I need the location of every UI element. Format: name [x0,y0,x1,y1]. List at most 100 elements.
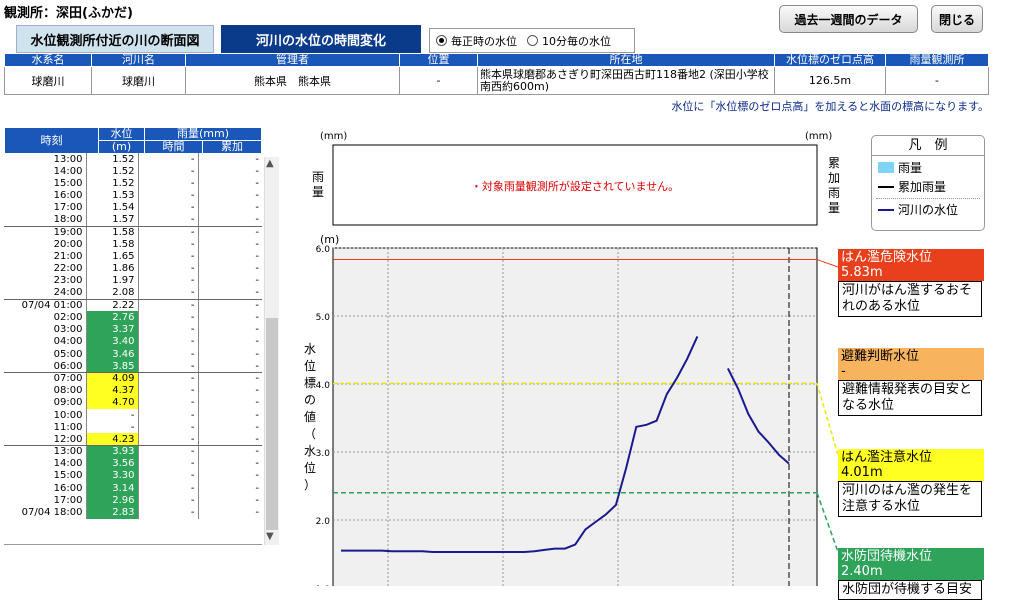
table-row: 13:00 3.93- - [4,445,262,458]
row-level: 1.52 [85,165,138,178]
row-rain-total: - [197,372,262,385]
row-time: 24:00 [4,287,86,300]
threshold-name: 避難判断水位 [841,349,920,364]
row-level: 2.22 [85,299,138,312]
plot-area [332,247,818,586]
y-tick: 6.0 [316,245,331,255]
table-row: 19:00 1.58- - [4,226,262,239]
row-level: 1.65 [85,250,138,263]
row-rain-hour: - [137,238,198,251]
threshold-description: 避難情報発表の目安となる水位 [838,380,982,416]
table-row: 08:00 4.37- - [4,384,262,397]
row-rain-total: - [197,238,262,251]
row-time: 15:00 [53,470,83,482]
col-time: 時刻 [4,127,99,154]
row-time: 14:00 [53,165,83,177]
rain-message: ・対象雨量観測所が設定されていません。 [471,179,679,193]
info-header: 水位標のゼロ点高 [774,53,886,67]
zero-point-note: 水位に「水位標のゼロ点高」を加えると水面の標高になります。 [671,100,989,113]
rain-left-char: 量 [312,185,324,199]
row-level: 1.52 [85,177,138,190]
col-rain-total: 累加 [202,140,262,154]
tab-timeseries[interactable]: 河川の水位の時間変化 [221,25,421,53]
rain-right-char: 加 [828,171,840,185]
table-row: 03:00 3.37- - [4,323,262,336]
row-time: 17:00 [53,494,83,506]
row-rain-hour: - [137,262,198,275]
threshold-name: はん濫注意水位 [841,450,933,465]
row-rain-total: - [197,384,262,397]
table-row: 20:00 1.58- - [4,238,262,251]
row-level: 2.76 [85,311,138,324]
row-rain-hour: - [137,433,198,447]
table-row: 17:00 1.54- - [4,201,262,214]
tab-cross-section[interactable]: 水位観測所付近の川の断面図 [16,25,214,53]
radio-ten-min[interactable] [527,35,538,46]
row-level: 1.97 [85,274,138,288]
row-rain-total: - [197,226,262,239]
rain-unit-left: (mm) [320,131,347,142]
rain-right-char: 雨 [828,186,840,200]
threshold-description: 河川のはん濫の発生を注意する水位 [838,481,982,517]
row-rain-hour: - [137,274,198,288]
row-rain-hour: - [137,287,198,300]
info-header: 位置 [399,53,478,67]
past-week-button[interactable]: 過去一週間のデータ [779,5,918,33]
row-time: 16:00 [53,482,83,494]
ylabel-char: 水 [304,444,316,458]
table-row: 16:00 1.53- - [4,189,262,202]
row-rain-hour: - [137,482,198,495]
row-time: 13:00 [53,446,83,458]
rain-right-char: 量 [828,201,840,215]
row-rain-hour: - [137,323,198,336]
row-level: 3.85 [85,360,138,373]
rain-unit-right: (mm) [805,131,832,142]
row-level: 1.58 [85,226,138,239]
table-row: 07:00 4.09- - [4,372,262,385]
obs-scroll-thumb[interactable] [266,318,278,530]
threshold-value: - [841,364,846,379]
close-button[interactable]: 閉じる [931,5,983,33]
info-cell: 熊本県 熊本県 [185,66,400,95]
scroll-up-icon[interactable]: ▲ [266,158,274,169]
row-rain-total: - [197,299,262,312]
row-rain-hour: - [137,165,198,178]
row-level: 3.40 [85,335,138,348]
row-rain-total: - [197,274,262,288]
row-time: 20:00 [53,238,83,250]
row-level: 3.56 [85,457,138,470]
obs-table-scroll[interactable]: 13:00 1.52- -14:00 1.52- -15:00 1.52- -16:00 1.… [4,153,262,545]
row-level: 4.37 [85,384,138,397]
radio-ten-min-label: 10分毎の水位 [542,34,611,48]
legend-cumulative: 累加雨量 [898,180,947,194]
table-row: 09:00 4.70- - [4,396,262,409]
row-rain-total: - [197,323,262,336]
danger-connector [816,259,839,268]
row-level: 1.54 [85,201,138,214]
row-rain-total: - [197,201,262,214]
rain-swatch-icon [878,162,894,173]
table-row: 14:00 1.52- - [4,165,262,178]
row-rain-total: - [197,335,262,348]
row-rain-total: - [197,262,262,275]
col-level: 水位 [98,127,145,141]
y-tick: 5.0 [316,313,331,323]
row-time: 19:00 [53,226,83,238]
col-level-unit: (m) [98,140,145,154]
row-rain-total: - [197,153,262,166]
row-rain-hour: - [137,421,198,434]
row-level: 2.08 [85,287,138,300]
info-header: 管理者 [185,53,400,67]
table-row: 24:00 2.08- - [4,287,262,300]
row-rain-total: - [197,250,262,263]
row-rain-total: - [197,433,262,447]
table-row: 05:00 3.46- - [4,348,262,361]
row-rain-hour: - [137,177,198,190]
radio-hourly[interactable] [436,35,447,46]
scroll-down-icon[interactable]: ▼ [266,531,274,542]
row-level: 4.23 [85,433,138,447]
threshold-label: はん濫注意水位 4.01m [838,449,984,481]
legend: 凡 例 雨量 累加雨量 河川の水位 [871,135,985,231]
row-level: 3.30 [85,469,138,483]
row-rain-hour: - [137,189,198,202]
